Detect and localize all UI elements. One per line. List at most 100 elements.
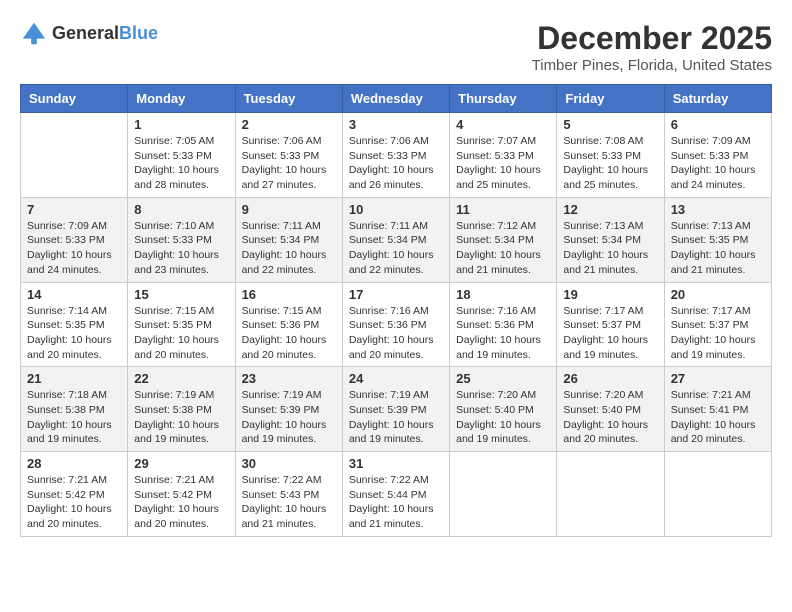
day-info-16: Sunrise: 7:15 AMSunset: 5:36 PMDaylight:… (242, 304, 336, 363)
calendar-cell-w0-d4: 4 Sunrise: 7:07 AMSunset: 5:33 PMDaylight… (450, 113, 557, 198)
day-number-12: 12 (563, 202, 657, 217)
logo: GeneralBlue (20, 20, 158, 48)
calendar-cell-w4-d3: 31 Sunrise: 7:22 AMSunset: 5:44 PMDayligh… (342, 452, 449, 537)
header-saturday: Saturday (664, 85, 771, 113)
day-number-9: 9 (242, 202, 336, 217)
calendar-cell-w3-d1: 22 Sunrise: 7:19 AMSunset: 5:38 PMDayligh… (128, 367, 235, 452)
day-number-14: 14 (27, 287, 121, 302)
day-number-16: 16 (242, 287, 336, 302)
day-number-3: 3 (349, 117, 443, 132)
day-info-7: Sunrise: 7:09 AMSunset: 5:33 PMDaylight:… (27, 219, 121, 278)
day-info-4: Sunrise: 7:07 AMSunset: 5:33 PMDaylight:… (456, 134, 550, 193)
day-info-29: Sunrise: 7:21 AMSunset: 5:42 PMDaylight:… (134, 473, 228, 532)
day-info-30: Sunrise: 7:22 AMSunset: 5:43 PMDaylight:… (242, 473, 336, 532)
calendar-cell-w1-d6: 13 Sunrise: 7:13 AMSunset: 5:35 PMDayligh… (664, 197, 771, 282)
day-info-17: Sunrise: 7:16 AMSunset: 5:36 PMDaylight:… (349, 304, 443, 363)
header-tuesday: Tuesday (235, 85, 342, 113)
day-info-24: Sunrise: 7:19 AMSunset: 5:39 PMDaylight:… (349, 388, 443, 447)
day-number-11: 11 (456, 202, 550, 217)
page-header: GeneralBlue December 2025 Timber Pines, … (20, 20, 772, 74)
calendar-cell-w1-d3: 10 Sunrise: 7:11 AMSunset: 5:34 PMDayligh… (342, 197, 449, 282)
day-number-23: 23 (242, 371, 336, 386)
day-info-31: Sunrise: 7:22 AMSunset: 5:44 PMDaylight:… (349, 473, 443, 532)
day-info-23: Sunrise: 7:19 AMSunset: 5:39 PMDaylight:… (242, 388, 336, 447)
calendar-cell-w2-d0: 14 Sunrise: 7:14 AMSunset: 5:35 PMDayligh… (21, 282, 128, 367)
logo-text-general: General (52, 23, 119, 43)
day-info-15: Sunrise: 7:15 AMSunset: 5:35 PMDaylight:… (134, 304, 228, 363)
calendar-cell-w4-d4 (450, 452, 557, 537)
day-number-8: 8 (134, 202, 228, 217)
calendar-cell-w3-d4: 25 Sunrise: 7:20 AMSunset: 5:40 PMDayligh… (450, 367, 557, 452)
day-number-22: 22 (134, 371, 228, 386)
day-number-24: 24 (349, 371, 443, 386)
calendar-cell-w3-d0: 21 Sunrise: 7:18 AMSunset: 5:38 PMDayligh… (21, 367, 128, 452)
calendar-cell-w2-d6: 20Sunrise: 7:17 AMSunset: 5:37 PMDayligh… (664, 282, 771, 367)
title-section: December 2025 Timber Pines, Florida, Uni… (532, 20, 772, 74)
calendar-cell-w0-d5: 5Sunrise: 7:08 AMSunset: 5:33 PMDaylight… (557, 113, 664, 198)
day-number-21: 21 (27, 371, 121, 386)
calendar-cell-w0-d3: 3 Sunrise: 7:06 AMSunset: 5:33 PMDaylight… (342, 113, 449, 198)
calendar-cell-w2-d2: 16 Sunrise: 7:15 AMSunset: 5:36 PMDayligh… (235, 282, 342, 367)
day-number-10: 10 (349, 202, 443, 217)
calendar-cell-w1-d4: 11 Sunrise: 7:12 AMSunset: 5:34 PMDayligh… (450, 197, 557, 282)
calendar-cell-w4-d1: 29 Sunrise: 7:21 AMSunset: 5:42 PMDayligh… (128, 452, 235, 537)
day-number-31: 31 (349, 456, 443, 471)
day-info-8: Sunrise: 7:10 AMSunset: 5:33 PMDaylight:… (134, 219, 228, 278)
calendar-cell-w0-d0 (21, 113, 128, 198)
day-number-5: 5 (563, 117, 657, 132)
day-info-22: Sunrise: 7:19 AMSunset: 5:38 PMDaylight:… (134, 388, 228, 447)
day-info-11: Sunrise: 7:12 AMSunset: 5:34 PMDaylight:… (456, 219, 550, 278)
day-info-13: Sunrise: 7:13 AMSunset: 5:35 PMDaylight:… (671, 219, 765, 278)
day-info-21: Sunrise: 7:18 AMSunset: 5:38 PMDaylight:… (27, 388, 121, 447)
day-number-17: 17 (349, 287, 443, 302)
day-info-28: Sunrise: 7:21 AMSunset: 5:42 PMDaylight:… (27, 473, 121, 532)
day-info-14: Sunrise: 7:14 AMSunset: 5:35 PMDaylight:… (27, 304, 121, 363)
calendar-cell-w3-d6: 27Sunrise: 7:21 AMSunset: 5:41 PMDayligh… (664, 367, 771, 452)
day-info-9: Sunrise: 7:11 AMSunset: 5:34 PMDaylight:… (242, 219, 336, 278)
day-info-3: Sunrise: 7:06 AMSunset: 5:33 PMDaylight:… (349, 134, 443, 193)
day-info-18: Sunrise: 7:16 AMSunset: 5:36 PMDaylight:… (456, 304, 550, 363)
location-title: Timber Pines, Florida, United States (532, 57, 772, 74)
calendar-cell-w2-d1: 15 Sunrise: 7:15 AMSunset: 5:35 PMDayligh… (128, 282, 235, 367)
calendar-cell-w1-d5: 12Sunrise: 7:13 AMSunset: 5:34 PMDayligh… (557, 197, 664, 282)
calendar-cell-w4-d2: 30Sunrise: 7:22 AMSunset: 5:43 PMDayligh… (235, 452, 342, 537)
header-thursday: Thursday (450, 85, 557, 113)
calendar-cell-w4-d0: 28Sunrise: 7:21 AMSunset: 5:42 PMDayligh… (21, 452, 128, 537)
day-number-27: 27 (671, 371, 765, 386)
calendar-cell-w4-d5 (557, 452, 664, 537)
week-row-3: 21 Sunrise: 7:18 AMSunset: 5:38 PMDayligh… (21, 367, 772, 452)
calendar-cell-w2-d4: 18 Sunrise: 7:16 AMSunset: 5:36 PMDayligh… (450, 282, 557, 367)
day-number-15: 15 (134, 287, 228, 302)
day-number-29: 29 (134, 456, 228, 471)
day-info-1: Sunrise: 7:05 AMSunset: 5:33 PMDaylight:… (134, 134, 228, 193)
day-number-20: 20 (671, 287, 765, 302)
calendar-cell-w1-d0: 7 Sunrise: 7:09 AMSunset: 5:33 PMDaylight… (21, 197, 128, 282)
week-row-4: 28Sunrise: 7:21 AMSunset: 5:42 PMDayligh… (21, 452, 772, 537)
day-number-25: 25 (456, 371, 550, 386)
calendar-cell-w2-d5: 19Sunrise: 7:17 AMSunset: 5:37 PMDayligh… (557, 282, 664, 367)
day-info-6: Sunrise: 7:09 AMSunset: 5:33 PMDaylight:… (671, 134, 765, 193)
calendar-cell-w1-d1: 8 Sunrise: 7:10 AMSunset: 5:33 PMDaylight… (128, 197, 235, 282)
calendar-cell-w3-d3: 24 Sunrise: 7:19 AMSunset: 5:39 PMDayligh… (342, 367, 449, 452)
day-info-25: Sunrise: 7:20 AMSunset: 5:40 PMDaylight:… (456, 388, 550, 447)
day-number-26: 26 (563, 371, 657, 386)
calendar-cell-w3-d5: 26Sunrise: 7:20 AMSunset: 5:40 PMDayligh… (557, 367, 664, 452)
week-row-2: 14 Sunrise: 7:14 AMSunset: 5:35 PMDayligh… (21, 282, 772, 367)
month-title: December 2025 (532, 20, 772, 57)
calendar-cell-w1-d2: 9 Sunrise: 7:11 AMSunset: 5:34 PMDaylight… (235, 197, 342, 282)
calendar-cell-w0-d1: 1Sunrise: 7:05 AMSunset: 5:33 PMDaylight… (128, 113, 235, 198)
calendar-cell-w3-d2: 23 Sunrise: 7:19 AMSunset: 5:39 PMDayligh… (235, 367, 342, 452)
header-monday: Monday (128, 85, 235, 113)
day-number-13: 13 (671, 202, 765, 217)
day-number-4: 4 (456, 117, 550, 132)
day-info-10: Sunrise: 7:11 AMSunset: 5:34 PMDaylight:… (349, 219, 443, 278)
week-row-0: 1Sunrise: 7:05 AMSunset: 5:33 PMDaylight… (21, 113, 772, 198)
day-number-7: 7 (27, 202, 121, 217)
day-number-18: 18 (456, 287, 550, 302)
calendar-cell-w2-d3: 17 Sunrise: 7:16 AMSunset: 5:36 PMDayligh… (342, 282, 449, 367)
calendar-table: Sunday Monday Tuesday Wednesday Thursday… (20, 84, 772, 537)
day-info-2: Sunrise: 7:06 AMSunset: 5:33 PMDaylight:… (242, 134, 336, 193)
day-number-2: 2 (242, 117, 336, 132)
calendar-cell-w0-d6: 6Sunrise: 7:09 AMSunset: 5:33 PMDaylight… (664, 113, 771, 198)
calendar-cell-w4-d6 (664, 452, 771, 537)
